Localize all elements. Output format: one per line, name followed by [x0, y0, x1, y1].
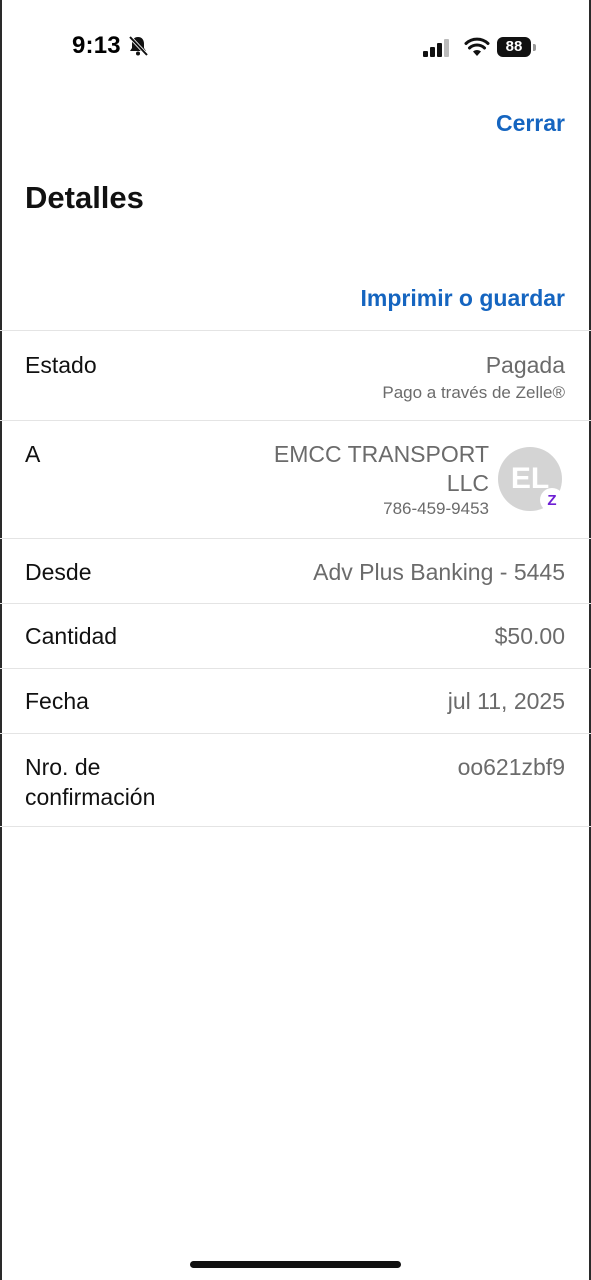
zelle-badge-icon: Z	[540, 488, 564, 512]
wifi-icon	[464, 37, 490, 56]
amount-label: Cantidad	[25, 623, 118, 649]
detail-row-amount: Cantidad $50.00	[0, 603, 591, 668]
detail-row-recipient: A EMCC TRANSPORT LLC 786-459-9453 EL Z	[0, 420, 591, 538]
confirmation-value: oo621zbf9	[457, 754, 565, 780]
from-value: Adv Plus Banking - 5445	[313, 559, 565, 585]
cellular-signal-icon	[423, 39, 449, 57]
recipient-label: A	[25, 441, 41, 467]
battery-level: 88	[497, 37, 531, 57]
print-or-save-button[interactable]: Imprimir o guardar	[361, 285, 565, 312]
battery-icon: 88	[497, 37, 537, 59]
estado-label: Estado	[25, 352, 97, 378]
recipient-name-line2: LLC	[446, 470, 489, 496]
detail-row-date: Fecha jul 11, 2025	[0, 668, 591, 733]
confirmation-label-line1: Nro. de	[25, 754, 101, 780]
close-button[interactable]: Cerrar	[496, 110, 565, 137]
recipient-name-line1: EMCC TRANSPORT	[273, 441, 489, 467]
estado-subvalue: Pago a través de Zelle®	[382, 383, 565, 402]
status-time: 9:13	[72, 32, 121, 59]
battery-nub	[533, 44, 536, 51]
date-value: jul 11, 2025	[447, 688, 565, 714]
recipient-phone: 786-459-9453	[383, 499, 489, 518]
page-title: Detalles	[25, 180, 144, 215]
detail-row-estado: Estado Pagada Pago a través de Zelle®	[0, 330, 591, 420]
details-list: Estado Pagada Pago a través de Zelle® A …	[0, 330, 591, 827]
detail-row-from: Desde Adv Plus Banking - 5445	[0, 538, 591, 603]
status-bar: 9:13 88	[0, 0, 591, 96]
date-label: Fecha	[25, 688, 89, 714]
estado-value: Pagada	[485, 352, 565, 378]
from-label: Desde	[25, 559, 92, 585]
home-indicator[interactable]	[190, 1261, 401, 1268]
confirmation-label-line2: confirmación	[25, 784, 156, 810]
amount-value: $50.00	[494, 623, 565, 649]
detail-row-confirmation: Nro. de confirmación oo621zbf9	[0, 733, 591, 827]
silent-bell-icon	[128, 35, 149, 57]
